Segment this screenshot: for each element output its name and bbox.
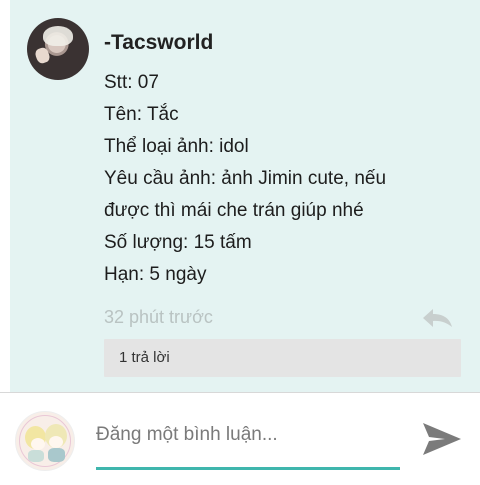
comment-timestamp: 32 phút trước xyxy=(104,307,213,327)
comment-input[interactable] xyxy=(96,420,399,450)
avatar-character-face xyxy=(49,436,63,448)
author-avatar[interactable] xyxy=(27,18,89,80)
comment-line-quantity: Số lượng: 15 tấm xyxy=(104,232,252,253)
comment-line-request: Yêu cầu ảnh: ảnh Jimin cute, nếu xyxy=(104,168,387,189)
reply-icon[interactable] xyxy=(421,307,455,329)
comment-input-underline xyxy=(96,467,400,470)
comment-line-request-continued: được thì mái che trán giúp nhé xyxy=(104,200,364,221)
avatar-character-face xyxy=(31,438,45,450)
left-margin xyxy=(0,0,10,392)
comment-body: Stt: 07 Tên: Tắc Thể loại ảnh: idol Yêu … xyxy=(104,67,454,291)
replies-button[interactable]: 1 trả lời xyxy=(104,339,461,377)
send-icon[interactable] xyxy=(421,421,463,457)
comment-composer xyxy=(0,393,480,485)
comment-line-deadline: Hạn: 5 ngày xyxy=(104,264,207,285)
comment-line-category: Thể loại ảnh: idol xyxy=(104,136,249,157)
comment-author[interactable]: -Tacsworld xyxy=(104,31,213,55)
comment-line-name: Tên: Tắc xyxy=(104,104,179,125)
comment-card: -Tacsworld Stt: 07 Tên: Tắc Thể loại ảnh… xyxy=(10,0,480,392)
avatar-character-body xyxy=(48,448,65,462)
current-user-avatar xyxy=(15,411,75,471)
avatar-character-body xyxy=(28,450,44,462)
comment-line-stt: Stt: 07 xyxy=(104,72,159,93)
reply-count: 1 trả lời xyxy=(119,349,170,366)
